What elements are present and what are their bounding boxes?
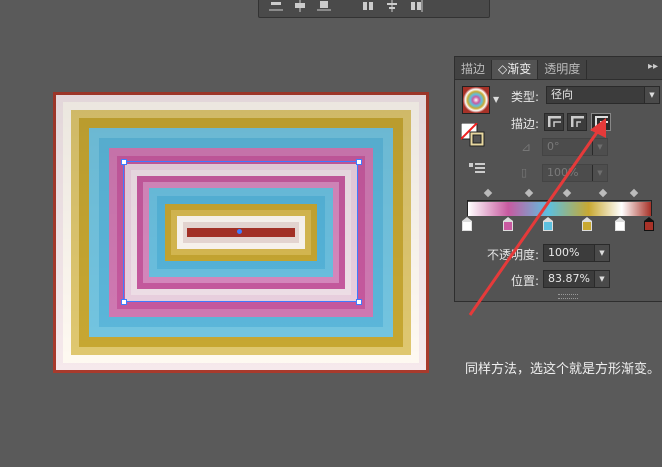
align-vcenter-icon[interactable] [293,0,307,12]
stroke-across-button[interactable] [591,113,611,131]
angle-icon: ⊿ [521,140,532,154]
gradient-midpoint[interactable] [562,188,572,198]
chevron-down-icon: ▼ [592,165,607,181]
gradient-midpoint[interactable] [629,188,639,198]
align-bottom-icon[interactable] [269,0,283,12]
location-select[interactable]: 83.87% ▼ [543,270,610,288]
panel-menu-icon[interactable]: ▸▸ [648,61,658,72]
gradient-type-select[interactable]: 径向 ▼ [546,86,660,104]
selection-center-point [237,229,242,234]
tab-gradient[interactable]: ◇渐变 [492,60,539,79]
type-label: 类型: [511,90,540,104]
opacity-select[interactable]: 100% ▼ [543,244,610,262]
panel-tabbar: 描边 ◇渐变 透明度 ▸▸ [455,57,662,80]
distribute-right-icon[interactable] [409,0,423,12]
gradient-midpoint[interactable] [483,188,493,198]
angle-value: 0° [547,140,560,153]
chevron-down-icon: ▼ [592,139,607,155]
gradient-color-stop[interactable] [462,217,472,231]
angle-select[interactable]: 0° ▼ [542,138,608,156]
gradient-annotator-icon[interactable] [469,161,487,181]
selection-handle[interactable] [356,299,362,305]
chevron-down-icon[interactable]: ▼ [493,95,499,104]
aspect-ratio-icon: ▯ [521,166,528,179]
chevron-down-icon: ▼ [594,271,609,287]
aspect-ratio-select[interactable]: 100% ▼ [542,164,608,182]
aspect-ratio-value: 100% [547,166,579,179]
align-toolbar [258,0,490,18]
selection-handle[interactable] [121,299,127,305]
fill-stroke-toggle[interactable] [460,122,485,147]
gradient-midpoint[interactable] [524,188,534,198]
tab-transparency[interactable]: 透明度 [538,60,588,79]
gradient-color-stop[interactable] [503,217,513,231]
gradient-midpoint[interactable] [598,188,608,198]
selection-handle[interactable] [121,159,127,165]
location-label: 位置: [511,274,540,288]
gradient-preview-swatch[interactable] [462,86,490,114]
selection-handle[interactable] [356,159,362,165]
chevron-down-icon: ▼ [644,87,659,103]
distribute-left-icon[interactable] [361,0,375,12]
gradient-color-stop-selected[interactable] [644,217,654,231]
gradient-color-stop[interactable] [615,217,625,231]
distribute-hcenter-icon[interactable] [385,0,399,12]
gradient-color-stop[interactable] [582,217,592,231]
gradient-panel: 描边 ◇渐变 透明度 ▸▸ ▼ 类型: 径向 ▼ 描边: ⊿ 0° ▼ ▯ 10… [454,56,662,302]
panel-resize-grip[interactable] [558,294,578,299]
align-top-icon[interactable] [317,0,331,12]
chevron-down-icon: ▼ [594,245,609,261]
location-value: 83.87% [548,272,590,285]
stroke-along-button[interactable] [567,113,587,131]
opacity-label: 不透明度: [487,248,540,262]
gradient-color-stop[interactable] [543,217,553,231]
stroke-label: 描边: [511,117,540,131]
gradient-slider[interactable] [467,200,652,216]
opacity-value: 100% [548,246,580,259]
tab-stroke[interactable]: 描边 [455,60,493,79]
annotation-caption: 同样方法，选这个就是方形渐变。 [465,362,661,377]
gradient-type-value: 径向 [551,88,573,101]
stroke-within-button[interactable] [544,113,564,131]
